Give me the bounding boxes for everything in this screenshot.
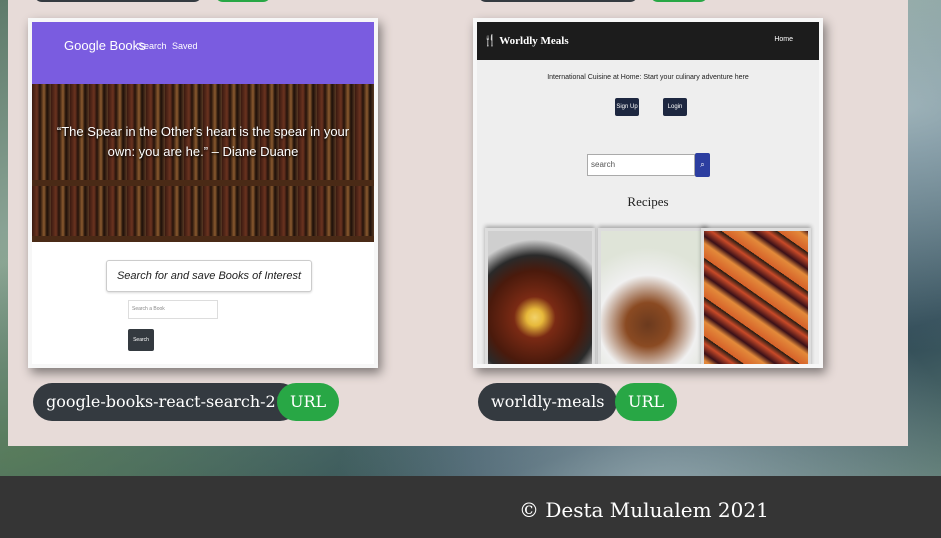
- preview-signup-button: Sign Up: [615, 98, 639, 116]
- project-name-badge: worldly-meals: [478, 383, 618, 421]
- preview-navbar: 🍴 Worldly Meals Home: [477, 22, 819, 60]
- preview-search-button: Search: [128, 329, 154, 351]
- preview-nav-saved: Saved: [172, 41, 198, 51]
- previous-row-url-badge[interactable]: [215, 0, 271, 2]
- preview-recipes-heading: Recipes: [627, 194, 669, 209]
- previous-row-name-badge: [478, 0, 638, 2]
- recipe-image-stew: [485, 228, 595, 364]
- project-name-badge: google-books-react-search-21: [33, 383, 299, 421]
- recipe-image-meat: [598, 228, 708, 364]
- preview-quote: “The Spear in the Other's heart is the s…: [56, 124, 350, 159]
- project-screenshot-google-books[interactable]: Google Books Search Saved “The Spear in …: [28, 18, 378, 368]
- preview-page: 🍴 Worldly Meals Home International Cuisi…: [477, 22, 819, 364]
- preview-brand: Google Books: [64, 38, 146, 53]
- preview-bookshelf-hero: “The Spear in the Other's heart is the s…: [32, 84, 374, 242]
- previous-row-url-badge[interactable]: [650, 0, 708, 2]
- preview-nav-home: Home: [774, 36, 793, 43]
- search-icon: ⌕: [695, 153, 710, 177]
- preview-nav-search: Search: [138, 41, 167, 51]
- preview-book-input: Search a Book: [128, 300, 218, 319]
- projects-panel: Google Books Search Saved “The Spear in …: [8, 0, 908, 446]
- preview-brand: 🍴 Worldly Meals: [483, 35, 569, 47]
- project-screenshot-worldly-meals[interactable]: 🍴 Worldly Meals Home International Cuisi…: [473, 18, 823, 368]
- project-url-button[interactable]: URL: [277, 383, 340, 421]
- project-url-button[interactable]: URL: [615, 383, 678, 421]
- preview-search-input: search: [587, 154, 695, 176]
- preview-navbar: Google Books Search Saved: [32, 22, 374, 84]
- copyright-text: © Desta Mulualem 2021: [519, 498, 769, 522]
- previous-row-name-badge: [34, 0, 202, 2]
- preview-search-heading: Search for and save Books of Interest: [106, 260, 312, 292]
- preview-tagline: International Cuisine at Home: Start you…: [547, 74, 749, 81]
- preview-login-button: Login: [663, 98, 687, 116]
- footer: © Desta Mulualem 2021: [0, 476, 941, 538]
- recipe-image-veggies: [701, 228, 811, 364]
